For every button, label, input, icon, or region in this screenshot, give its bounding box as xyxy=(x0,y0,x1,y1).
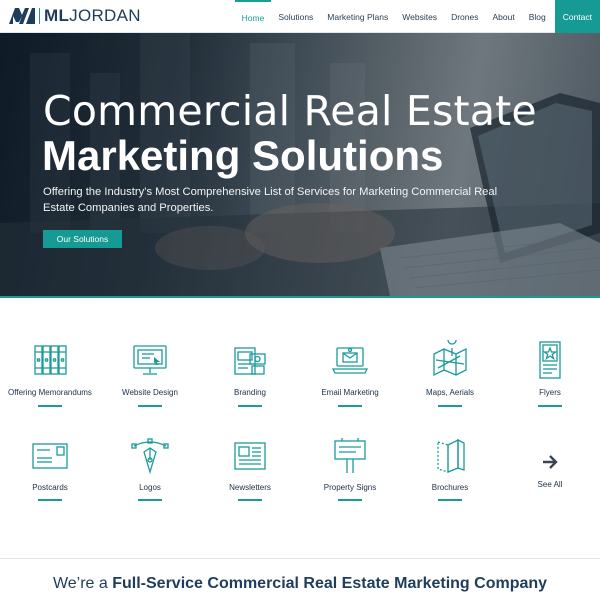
service-label: Branding xyxy=(233,388,267,397)
service-logos[interactable]: Logos xyxy=(100,436,200,501)
service-postcards[interactable]: Postcards xyxy=(0,436,100,501)
flyer-icon xyxy=(539,341,561,379)
hero-subtitle: Offering the Industry’s Most Comprehensi… xyxy=(43,186,498,214)
service-label: Brochures xyxy=(431,483,469,492)
tagline-prefix: We’re a xyxy=(52,575,108,592)
logo-divider xyxy=(39,8,40,24)
nav-item-marketing-plans[interactable]: Marketing Plans xyxy=(320,0,395,33)
service-maps-aerials[interactable]: Maps, Aerials xyxy=(400,340,500,407)
newspaper-icon xyxy=(234,442,266,470)
pen-tool-icon xyxy=(131,438,169,475)
email-laptop-icon xyxy=(331,347,369,374)
brochure-icon xyxy=(437,438,465,473)
service-label: Offering Memorandums xyxy=(8,388,92,397)
service-underline xyxy=(238,499,262,501)
nav-item-blog[interactable]: Blog xyxy=(522,0,553,33)
service-website-design[interactable]: Website Design xyxy=(100,340,200,407)
section-divider xyxy=(0,558,600,559)
service-underline xyxy=(438,405,462,407)
service-newsletters[interactable]: Newsletters xyxy=(200,436,300,501)
map-icon xyxy=(433,340,467,377)
service-underline xyxy=(38,499,62,501)
postcard-icon xyxy=(32,443,68,469)
hero-bottom-accent-line xyxy=(0,296,600,298)
service-offering-memorandums[interactable]: Offering Memorandums xyxy=(0,340,100,407)
arrow-right-icon xyxy=(543,455,558,469)
service-underline xyxy=(138,405,162,407)
binders-icon xyxy=(34,345,67,375)
branding-icon xyxy=(234,347,266,375)
service-brochures[interactable]: Brochures xyxy=(400,436,500,501)
service-underline xyxy=(338,499,362,501)
company-tagline: We’re a Full-Service Commercial Real Est… xyxy=(0,575,600,593)
service-label: Property Signs xyxy=(323,483,377,492)
sign-icon xyxy=(334,438,366,473)
service-label: Email Marketing xyxy=(321,388,379,397)
service-underline xyxy=(138,499,162,501)
service-underline xyxy=(538,405,562,407)
service-label: Maps, Aerials xyxy=(425,388,475,397)
top-navigation: MLJORDAN Home Solutions Marketing Plans … xyxy=(0,0,600,33)
nav-item-drones[interactable]: Drones xyxy=(444,0,485,33)
service-underline xyxy=(38,405,62,407)
service-flyers[interactable]: Flyers xyxy=(500,340,600,407)
service-underline xyxy=(338,405,362,407)
service-branding[interactable]: Branding xyxy=(200,340,300,407)
nav-item-websites[interactable]: Websites xyxy=(395,0,444,33)
service-label: Flyers xyxy=(539,388,561,397)
service-property-signs[interactable]: Property Signs xyxy=(300,436,400,501)
service-underline xyxy=(238,405,262,407)
contact-button[interactable]: Contact xyxy=(554,0,600,33)
nav-item-home[interactable]: Home xyxy=(234,0,272,33)
our-solutions-button[interactable]: Our Solutions xyxy=(43,230,122,248)
service-label: Postcards xyxy=(32,483,68,492)
see-all-link[interactable]: See All xyxy=(520,453,580,489)
hero-title-line-1: Commercial Real Estate xyxy=(43,87,537,135)
nav-item-about[interactable]: About xyxy=(485,0,521,33)
service-underline xyxy=(438,499,462,501)
service-email-marketing[interactable]: Email Marketing xyxy=(300,340,400,407)
see-all-label: See All xyxy=(537,480,563,489)
logo-mark-icon xyxy=(9,8,35,24)
hero-banner: Commercial Real Estate Marketing Solutio… xyxy=(0,33,600,296)
service-label: Newsletters xyxy=(229,483,271,492)
hero-title-line-2: Marketing Solutions xyxy=(42,132,444,179)
tagline-bold: Full-Service Commercial Real Estate Mark… xyxy=(112,575,548,592)
service-label: Logos xyxy=(139,483,161,492)
main-menu: Home Solutions Marketing Plans Websites … xyxy=(234,0,600,33)
service-label: Website Design xyxy=(122,388,178,397)
nav-item-solutions[interactable]: Solutions xyxy=(271,0,320,33)
logo-text: MLJORDAN xyxy=(44,6,141,25)
monitor-icon xyxy=(133,345,167,375)
ml-jordan-logo[interactable]: MLJORDAN xyxy=(9,6,141,26)
